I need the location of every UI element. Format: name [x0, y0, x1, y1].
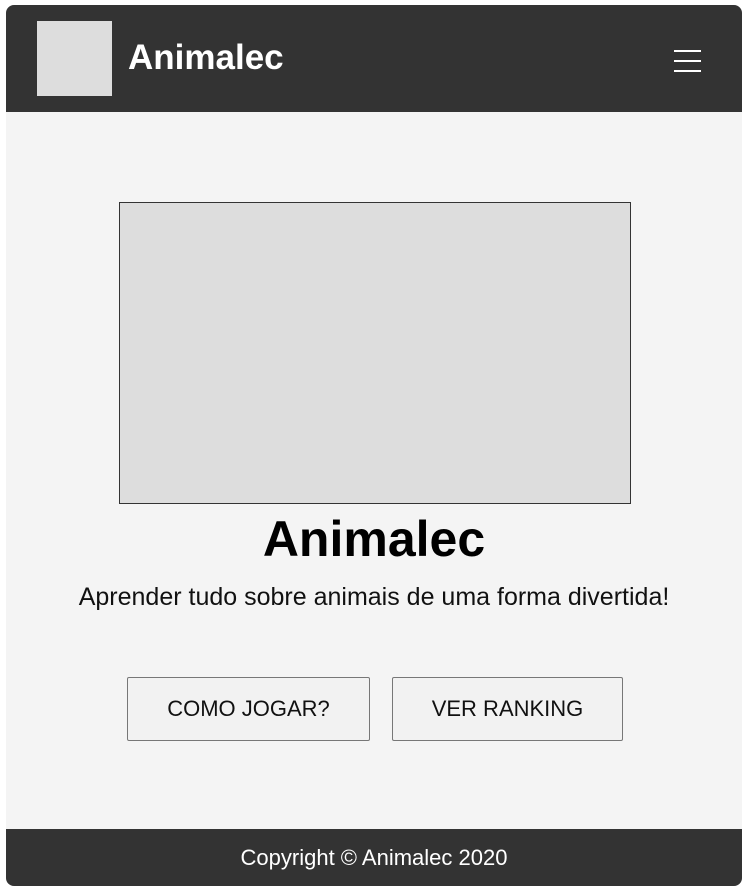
menu-bar-middle [674, 60, 701, 62]
hero-subtitle: Aprender tudo sobre animais de uma forma… [78, 583, 670, 611]
hero-title: Animalec [262, 511, 486, 567]
footer: Copyright © Animalec 2020 [6, 829, 742, 886]
app-window: Animalec Animalec Aprender tudo sobre an… [6, 5, 742, 886]
hamburger-menu-icon[interactable] [672, 45, 704, 75]
copyright-text: Copyright © Animalec 2020 [240, 845, 508, 870]
hero-image-placeholder [119, 202, 631, 504]
top-navbar: Animalec [6, 5, 742, 112]
view-ranking-button[interactable]: VER RANKING [392, 677, 623, 741]
how-to-play-button[interactable]: COMO JOGAR? [127, 677, 370, 741]
logo-placeholder[interactable] [37, 21, 112, 96]
menu-bar-top [674, 50, 701, 52]
menu-bar-bottom [674, 70, 701, 72]
brand-title[interactable]: Animalec [128, 38, 284, 78]
main-content: Animalec Aprender tudo sobre animais de … [6, 112, 742, 829]
